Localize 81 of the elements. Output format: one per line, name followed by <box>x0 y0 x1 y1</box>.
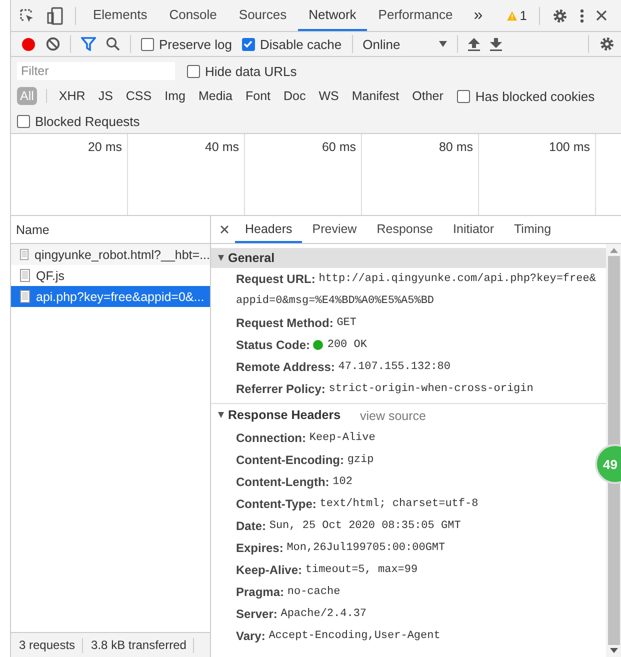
header-row-text: Content-Length: 102 <box>235 474 354 491</box>
panel-tab[interactable]: Elements <box>82 0 158 31</box>
scroll-down-icon[interactable] <box>610 648 618 653</box>
checkbox[interactable] <box>141 38 154 50</box>
header-row-text: Keep-Alive: timeout=5, max=99 <box>235 562 419 579</box>
detail-tab[interactable]: Timing <box>504 216 562 243</box>
panel-tab[interactable]: Console <box>158 0 228 31</box>
header-row-text: Expires: Mon,26Jul199705:00:00GMT <box>235 540 446 557</box>
settings-icon[interactable] <box>599 36 615 52</box>
caret-icon <box>438 41 447 47</box>
header-row-text: Request Method: GET <box>235 315 358 332</box>
header-row-text: Status Code: 200 OK <box>235 337 368 354</box>
type-filter[interactable]: Manifest <box>348 87 402 105</box>
settings-icon[interactable] <box>552 8 568 24</box>
document-icon <box>20 290 30 303</box>
close-icon[interactable] <box>596 10 607 21</box>
type-filter[interactable]: WS <box>316 87 342 105</box>
type-filter[interactable]: Font <box>242 87 274 105</box>
request-row[interactable]: QF.js <box>11 265 210 286</box>
checkbox[interactable] <box>187 64 200 78</box>
request-row[interactable]: qingyunke_robot.html?__hbt=... <box>11 244 210 265</box>
download-icon[interactable] <box>490 38 502 50</box>
header-row-text: Content-Type: text/html; charset=utf-8 <box>235 496 480 513</box>
detail-tab[interactable]: Response <box>366 216 444 243</box>
header-row-text: Connection: Keep-Alive <box>235 430 376 447</box>
timeline-tick: 20 ms <box>88 140 122 154</box>
warning-count: 1 <box>520 8 527 23</box>
view-source-link[interactable]: view source <box>360 405 426 427</box>
header-row-text: Server: Apache/2.4.37 <box>235 606 368 623</box>
type-filter[interactable]: CSS <box>122 87 155 105</box>
checkbox-label: Has blocked cookies <box>475 88 595 104</box>
status-text: 3 requests <box>11 638 84 652</box>
type-filter[interactable]: Doc <box>280 87 309 105</box>
throttling-dropdown[interactable]: Online <box>362 36 447 52</box>
detail-tab[interactable]: Headers <box>235 216 302 243</box>
header-row-text: Remote Address: 47.107.155.132:80 <box>235 359 452 376</box>
detail-tab[interactable]: Initiator <box>443 216 504 243</box>
type-filter[interactable]: Other <box>409 87 446 105</box>
header-row-text: Pragma: no-cache <box>235 584 342 601</box>
header-row-text: Referrer Policy: strict-origin-when-cross-origin <box>235 381 534 398</box>
status-text: 3.8 kB transferred <box>83 638 194 652</box>
type-filter[interactable]: Media <box>195 87 236 105</box>
checkbox[interactable] <box>457 90 470 102</box>
type-filter[interactable]: XHR <box>56 87 88 105</box>
type-filter[interactable]: Img <box>162 87 188 105</box>
checkbox[interactable] <box>242 38 255 50</box>
device-icon[interactable] <box>47 6 63 24</box>
header-row-text: Vary: Accept-Encoding,User-Agent <box>235 628 442 645</box>
header-row-text: Request URL: http://api.qingyunke.com/api.php?key=free&appid=0&msg=%E4%BD%A0%E5%A5%BD <box>235 271 596 309</box>
more-options-icon[interactable] <box>580 8 584 22</box>
checkbox-label: Disable cache <box>260 36 342 52</box>
more-tabs-button[interactable]: » <box>474 6 483 24</box>
column-header: Name <box>16 222 50 236</box>
search-icon[interactable] <box>106 37 120 51</box>
clear-icon[interactable] <box>46 37 60 51</box>
request-row[interactable]: api.php?key=free&appid=0&... <box>11 286 210 307</box>
filter-icon[interactable] <box>81 37 96 51</box>
type-filter[interactable]: JS <box>95 87 116 105</box>
checkbox[interactable] <box>17 114 30 128</box>
document-icon <box>20 248 29 261</box>
timeline-tick: 100 ms <box>549 140 590 154</box>
timeline-tick: 60 ms <box>322 140 356 154</box>
checkbox-label: Blocked Requests <box>35 114 140 128</box>
checkbox-label: Hide data URLs <box>205 64 297 78</box>
timeline-tick: 40 ms <box>204 140 239 154</box>
timeline-tick: 80 ms <box>438 140 473 154</box>
inspect-icon[interactable] <box>19 8 35 24</box>
detail-tab[interactable]: Preview <box>302 216 367 243</box>
checkbox-label: Preserve log <box>159 36 232 52</box>
header-row-text: Content-Encoding: gzip <box>235 452 375 469</box>
panel-tab[interactable]: Performance <box>367 0 464 31</box>
close-icon[interactable] <box>220 225 229 234</box>
section-header[interactable]: General <box>211 248 606 268</box>
record-icon[interactable] <box>21 36 36 52</box>
panel-tab[interactable]: Sources <box>228 0 298 31</box>
header-row-text: Date: Sun, 25 Oct 2020 08:35:05 GMT <box>235 518 462 535</box>
filter-input[interactable]: Filter <box>17 62 175 80</box>
scroll-up-icon[interactable] <box>610 248 618 253</box>
document-icon <box>20 269 30 282</box>
section-header[interactable]: Response Headers <box>211 405 341 425</box>
upload-icon[interactable] <box>468 38 480 50</box>
